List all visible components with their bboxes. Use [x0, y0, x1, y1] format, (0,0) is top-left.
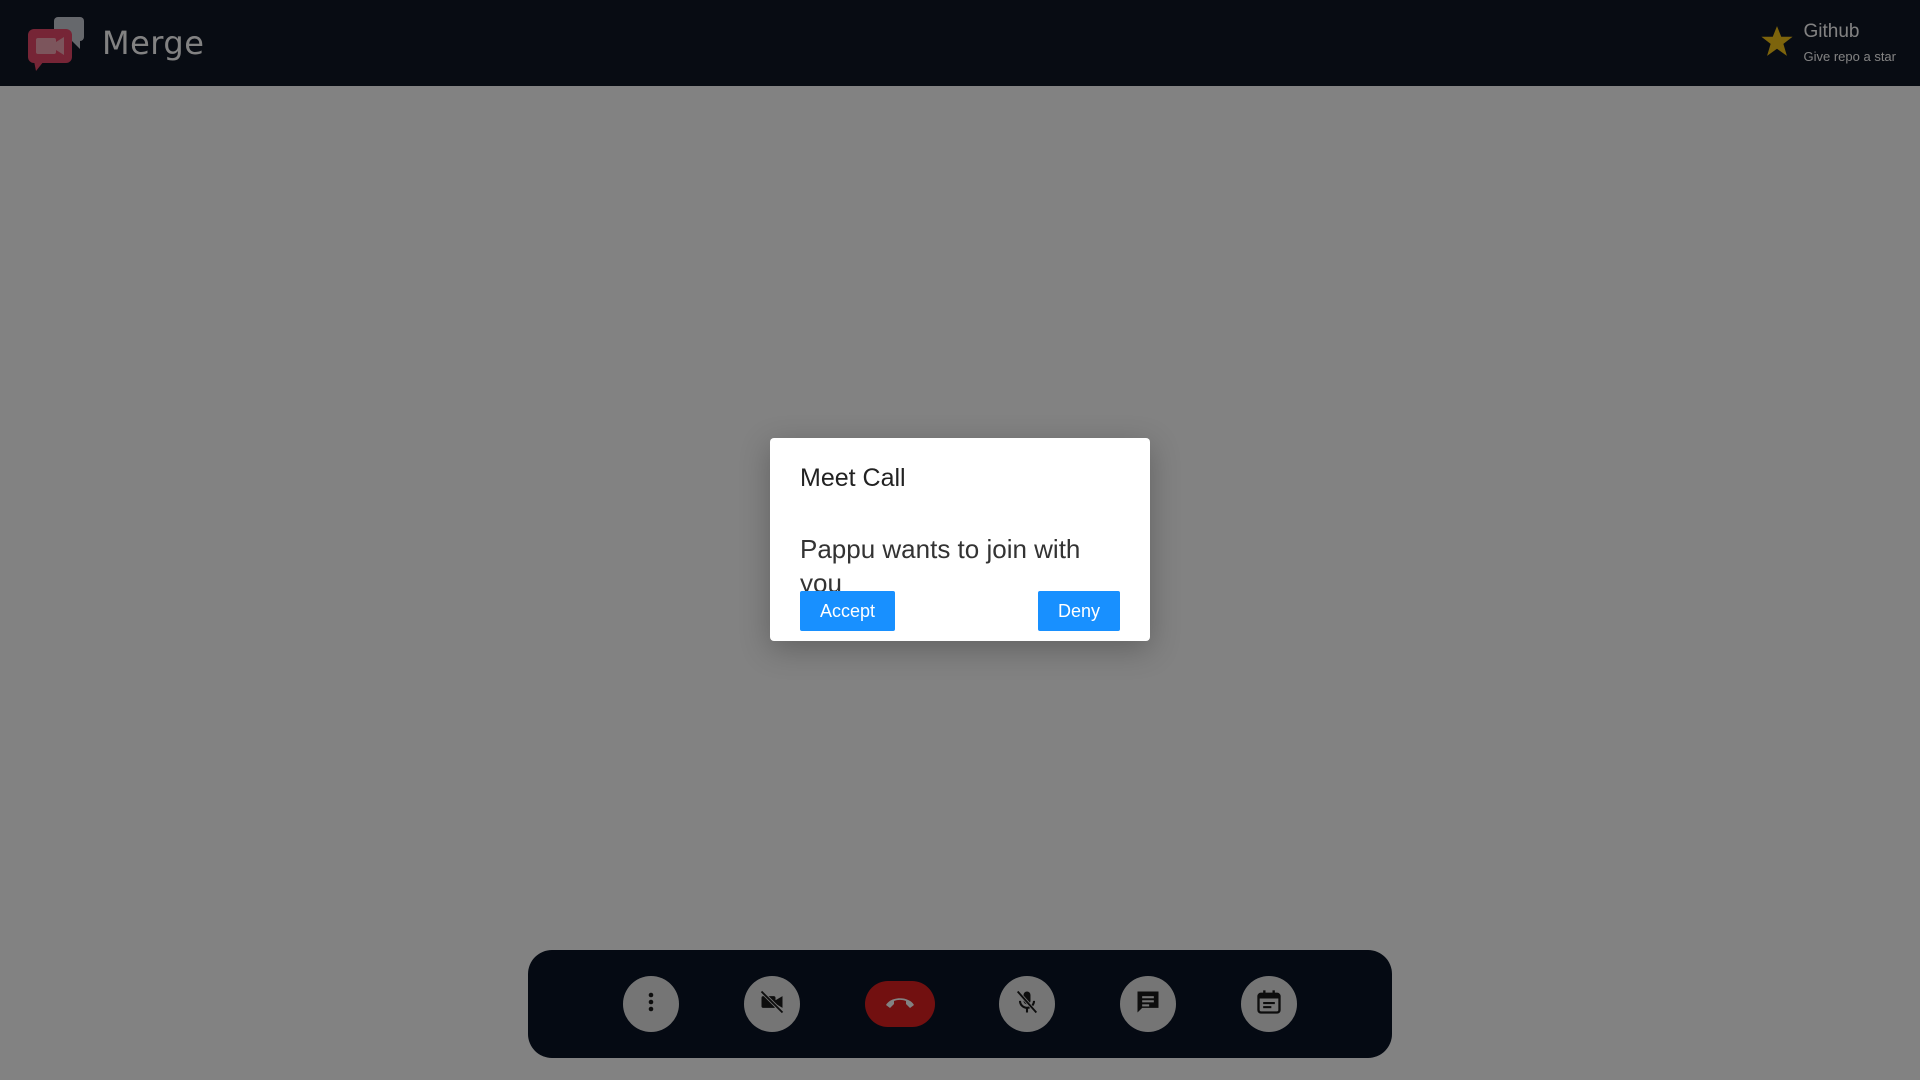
dialog-title: Meet Call	[800, 464, 906, 492]
accept-button[interactable]: Accept	[800, 591, 896, 631]
meet-call-dialog: Meet Call Pappu wants to join with you A…	[770, 438, 1150, 641]
dialog-message: Pappu wants to join with you	[800, 534, 1081, 598]
app-root: Merge Github Give repo a star Meet Call …	[0, 0, 1920, 1080]
dialog-actions: Accept Deny	[800, 591, 1120, 631]
deny-button[interactable]: Deny	[1037, 591, 1120, 631]
